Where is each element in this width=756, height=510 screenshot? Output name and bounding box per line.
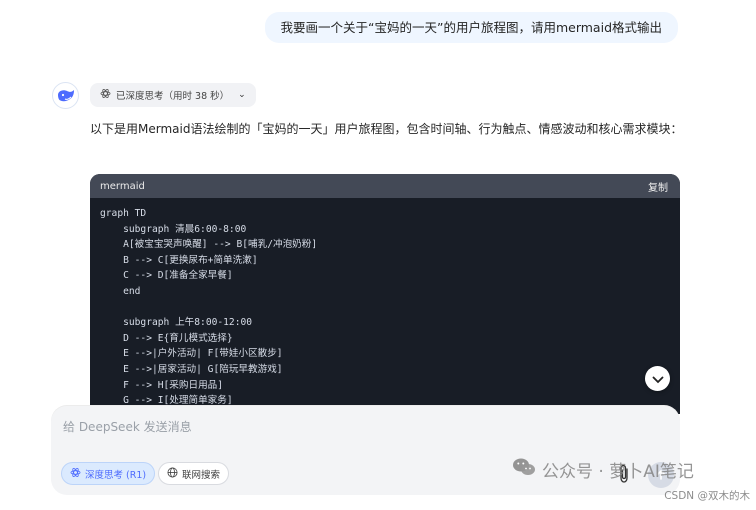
- deepseek-whale-icon: [52, 82, 79, 109]
- atom-icon: [100, 88, 111, 102]
- scroll-to-bottom-button[interactable]: [645, 366, 670, 391]
- atom-icon: [70, 467, 81, 481]
- csdn-watermark: CSDN @双木的木: [664, 490, 750, 502]
- deep-think-toggle[interactable]: 深度思考 (R1): [61, 462, 156, 485]
- code-line: D --> E{育儿模式选择}: [100, 332, 233, 344]
- user-message: 我要画一个关于“宝妈的一天”的用户旅程图，请用mermaid格式输出: [264, 12, 678, 43]
- copy-button[interactable]: 复制: [648, 179, 668, 194]
- code-line: B --> C[更换尿布+简单洗漱]: [100, 254, 258, 266]
- code-line: E -->|居家活动| G[陪玩早教游戏]: [100, 363, 283, 375]
- thinking-label: 已深度思考（用时 38 秒）: [116, 91, 230, 102]
- message-input[interactable]: 给 DeepSeek 发送消息: [63, 418, 192, 435]
- web-search-toggle[interactable]: 联网搜索: [158, 462, 230, 485]
- answer-intro: 以下是用Mermaid语法绘制的「宝妈的一天」用户旅程图，包含时间轴、行为触点、…: [90, 122, 683, 136]
- web-search-label: 联网搜索: [182, 469, 221, 481]
- code-block-header: mermaid 复制: [90, 174, 680, 198]
- code-line: subgraph 上午8:00-12:00: [100, 317, 253, 329]
- watermark-text: 公众号 · 萝卜AI笔记: [542, 462, 694, 482]
- code-language-label: mermaid: [100, 180, 145, 192]
- code-line: C --> D[准备全家早餐]: [100, 270, 233, 282]
- code-line: subgraph 清晨6:00-8:00: [100, 223, 247, 235]
- deep-think-label: 深度思考 (R1): [85, 469, 147, 481]
- chevron-down-icon: [652, 369, 664, 388]
- code-body: graph TD subgraph 清晨6:00-8:00 A[被宝宝哭声唤醒]…: [90, 198, 680, 414]
- chevron-down-icon: ⌄: [238, 90, 246, 100]
- code-line: end: [100, 285, 141, 297]
- wechat-icon: [512, 457, 536, 482]
- thinking-toggle[interactable]: 已深度思考（用时 38 秒） ⌄: [90, 83, 256, 107]
- code-line: F --> H[采购日用品]: [100, 379, 224, 391]
- globe-icon: [167, 467, 178, 481]
- code-line: A[被宝宝哭声唤醒] --> B[哺乳/冲泡奶粉]: [100, 239, 318, 251]
- code-line: E -->|户外活动| F[带娃小区散步]: [100, 348, 283, 360]
- code-line: graph TD: [100, 208, 147, 219]
- watermark: 公众号 · 萝卜AI笔记: [512, 457, 694, 482]
- code-block: mermaid 复制 graph TD subgraph 清晨6:00-8:00…: [90, 174, 680, 414]
